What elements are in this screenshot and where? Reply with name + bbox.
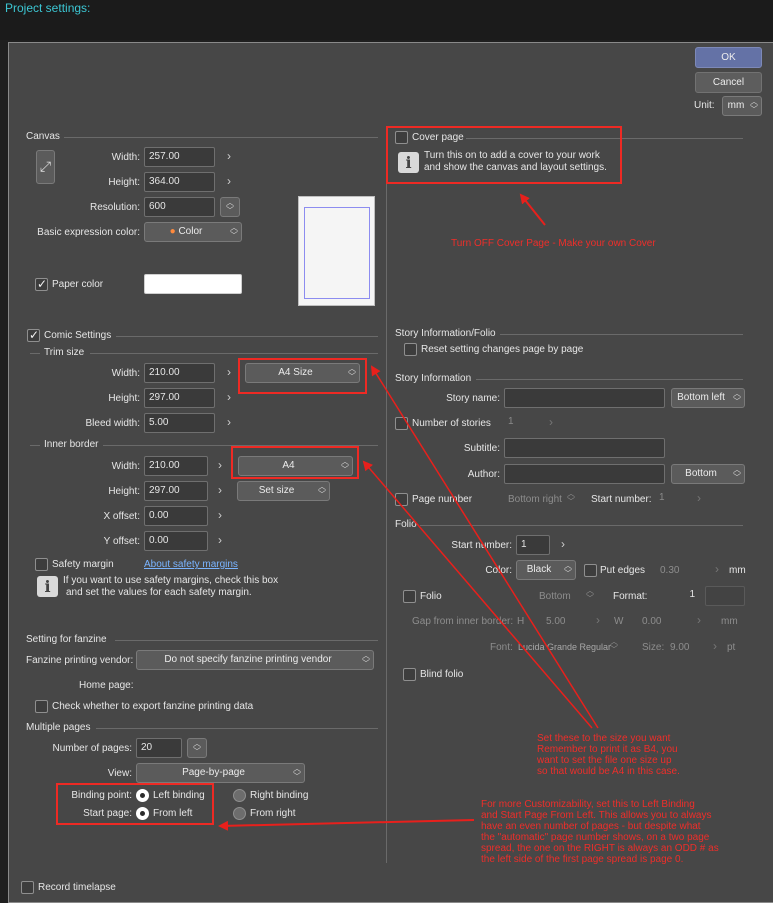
annotation-size-note-3: want to set the file one size up (537, 755, 672, 766)
annotation-bind-note-1: For more Customizability, set this to Le… (481, 799, 695, 810)
arrow-inner (362, 460, 593, 729)
annotation-bind-note-2: and Start Page From Left. This allows yo… (481, 810, 712, 821)
annotation-bind-note-5: spread, the one on the RIGHT is always a… (481, 843, 719, 854)
annotation-size-note-4: so that would be A4 in this case. (537, 766, 680, 777)
arrow-cover (519, 193, 546, 226)
annotation-bind-note-3: have an even number of pages - but despi… (481, 821, 701, 832)
annotation-bind-note-6: the left side of the first page spread i… (481, 854, 684, 865)
annotation-size-note-1: Set these to the size you want (537, 733, 671, 744)
annotation-size-note-2: Remember to print it as B4, you (537, 744, 678, 755)
arrow-trim (370, 365, 599, 729)
arrow-binding (218, 819, 475, 831)
annotation-cover-note: Turn OFF Cover Page - Make your own Cove… (451, 238, 656, 249)
annotation-bind-note-4: the "automatic" page number shows, on a … (481, 832, 710, 843)
